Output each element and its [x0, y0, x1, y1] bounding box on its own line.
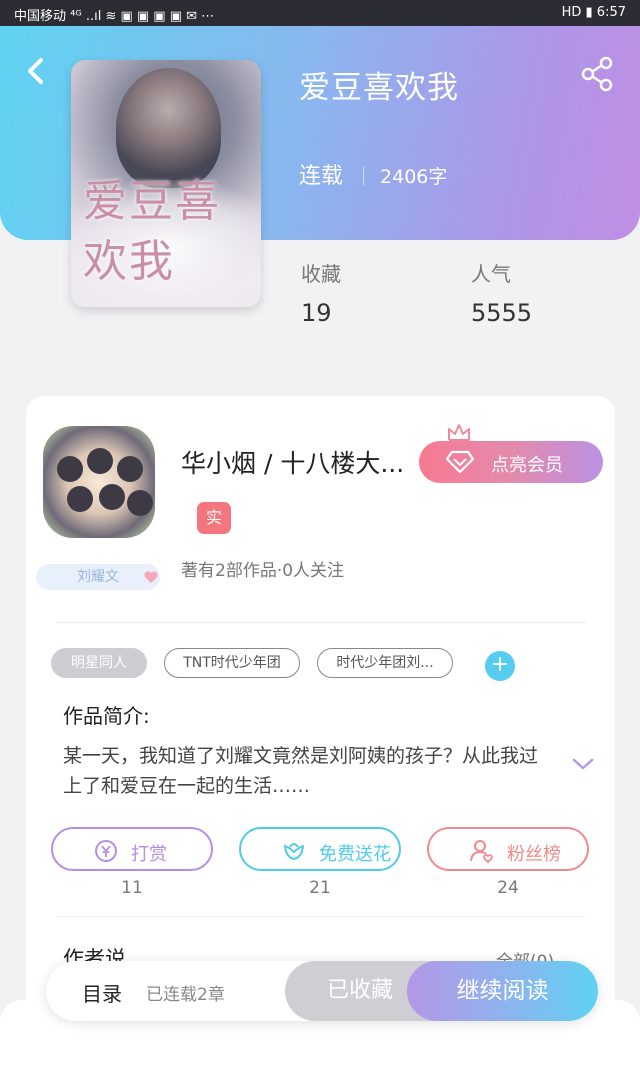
book-title: 爱豆喜欢我	[299, 70, 459, 106]
stat-label: 收藏	[301, 262, 341, 286]
intro-heading: 作品简介:	[63, 704, 150, 728]
tag-group[interactable]: TNT时代少年团	[164, 648, 300, 678]
flower-count: 21	[309, 878, 331, 898]
author-name[interactable]: 华小烟 / 十八楼大...	[181, 444, 423, 480]
author-works-summary: 著有2部作品·0人关注	[181, 561, 345, 581]
serial-status: 连载	[299, 164, 344, 189]
diamond-icon	[445, 450, 475, 474]
fan-ranking-label: 粉丝榜	[507, 844, 561, 865]
word-count: 2406字	[380, 166, 448, 188]
vip-button[interactable]: 点亮会员	[419, 441, 603, 483]
chevron-down-icon[interactable]	[571, 754, 595, 774]
catalog-button[interactable]: 目录	[82, 978, 122, 1007]
stat-popularity: 人气 5555	[471, 258, 532, 327]
flower-icon	[284, 843, 304, 860]
fan-ranking-count: 24	[497, 878, 519, 898]
send-flower-button[interactable]: 免费送花	[239, 827, 401, 871]
vip-button-label: 点亮会员	[491, 455, 563, 476]
share-icon	[581, 56, 613, 92]
divider	[56, 916, 586, 917]
fan-badge-label: 刘耀文	[77, 569, 119, 585]
chevron-left-icon	[28, 58, 43, 84]
book-status-line: 连载 2406字	[299, 158, 448, 189]
verified-badge: 实	[197, 502, 231, 534]
intro-text: 某一天，我知道了刘耀文竟然是刘阿姨的孩子？从此我过上了和爱豆在一起的生活……	[63, 745, 539, 797]
stat-value: 19	[301, 299, 332, 327]
book-detail-card: 华小烟 / 十八楼大... 点亮会员 实 著有2部作品·0人关注 刘耀文 明星同…	[26, 396, 615, 1036]
stat-label: 人气	[471, 262, 511, 286]
send-flower-label: 免费送花	[319, 844, 391, 865]
cover-title-art: 爱豆喜欢我	[83, 176, 221, 287]
status-divider	[363, 167, 365, 185]
yuan-coin-icon	[95, 840, 117, 862]
stat-favorites: 收藏 19	[301, 258, 341, 327]
fan-ranking-button[interactable]: 粉丝榜	[427, 827, 589, 871]
clock-battery: HD ▮ 6:57	[561, 5, 626, 20]
fan-badge: 刘耀文	[36, 564, 160, 590]
book-cover[interactable]: 爱豆喜欢我	[71, 60, 261, 307]
status-bar: 中国移动 ⁴ᴳ ..ıl ≋ ▣ ▣ ▣ ▣ ✉ ⋯ HD ▮ 6:57	[0, 0, 640, 26]
stat-value: 5555	[471, 299, 533, 327]
share-button[interactable]	[580, 56, 616, 92]
continue-reading-button[interactable]: 继续阅读	[407, 961, 598, 1021]
divider	[56, 622, 586, 623]
back-button[interactable]	[20, 54, 54, 88]
author-avatar[interactable]	[43, 426, 155, 538]
tag-genre[interactable]: 明星同人	[51, 648, 147, 678]
reward-count: 11	[121, 878, 143, 898]
cover-figure	[116, 68, 221, 188]
reward-label: 打赏	[131, 844, 167, 865]
carrier-status: 中国移动 ⁴ᴳ ..ıl ≋ ▣ ▣ ▣ ▣ ✉ ⋯	[14, 9, 215, 24]
chapter-count: 已连载2章	[146, 985, 225, 1005]
bottom-action-bar: 目录 已连载2章 已收藏 继续阅读	[46, 961, 598, 1021]
reward-button[interactable]: 打赏	[51, 827, 213, 871]
fan-user-icon	[470, 840, 493, 864]
add-tag-button[interactable]: +	[485, 651, 515, 681]
heart-icon	[144, 571, 158, 583]
tag-character[interactable]: 时代少年团刘...	[317, 648, 453, 678]
